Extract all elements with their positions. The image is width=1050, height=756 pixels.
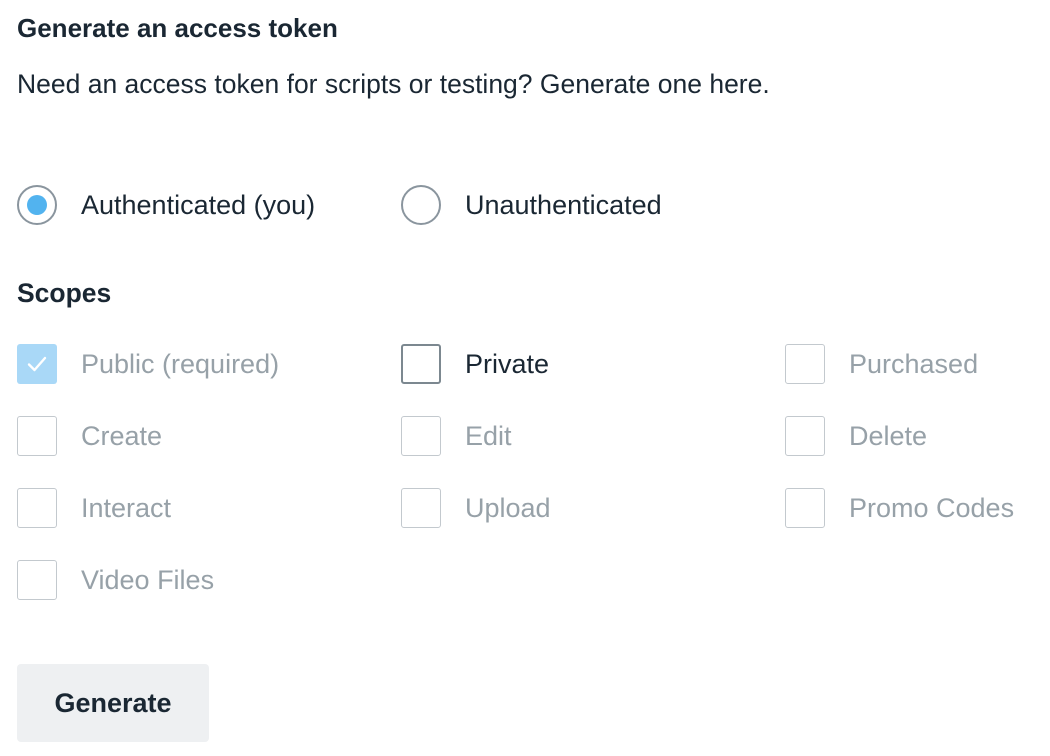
scope-video-files: Video Files	[17, 560, 214, 600]
radio-authenticated[interactable]: Authenticated (you)	[17, 185, 315, 225]
scope-create-checkbox	[17, 416, 57, 456]
scope-promo-codes: Promo Codes	[785, 488, 1014, 528]
scope-create-label: Create	[81, 421, 163, 451]
scope-private[interactable]: Private	[401, 344, 549, 384]
scope-public-checkbox	[17, 344, 57, 384]
scope-upload-label: Upload	[465, 493, 551, 523]
scope-promo-codes-checkbox	[785, 488, 825, 528]
section-title: Generate an access token	[17, 13, 338, 43]
radio-selected-dot	[27, 195, 47, 215]
scope-public: Public (required)	[17, 344, 279, 384]
scope-delete: Delete	[785, 416, 927, 456]
scope-public-label: Public (required)	[81, 349, 280, 379]
scope-edit: Edit	[401, 416, 512, 456]
radio-authenticated-circle[interactable]	[17, 185, 57, 225]
radio-unauthenticated-circle[interactable]	[401, 185, 441, 225]
scope-upload-checkbox	[401, 488, 441, 528]
scope-edit-checkbox	[401, 416, 441, 456]
scope-create: Create	[17, 416, 162, 456]
radio-unauthenticated[interactable]: Unauthenticated	[401, 185, 662, 225]
scope-private-checkbox[interactable]	[401, 344, 441, 384]
scope-upload: Upload	[401, 488, 551, 528]
scopes-heading: Scopes	[17, 278, 112, 308]
radio-unauthenticated-label[interactable]: Unauthenticated	[465, 188, 662, 222]
scope-delete-checkbox	[785, 416, 825, 456]
section-description: Need an access token for scripts or test…	[17, 69, 770, 99]
scope-purchased: Purchased	[785, 344, 978, 384]
scope-delete-label: Delete	[849, 421, 928, 451]
scope-video-files-checkbox	[17, 560, 57, 600]
scope-promo-codes-label: Promo Codes	[849, 493, 1015, 523]
radio-authenticated-label[interactable]: Authenticated (you)	[81, 188, 315, 222]
scope-interact: Interact	[17, 488, 171, 528]
scope-interact-checkbox	[17, 488, 57, 528]
check-icon	[27, 356, 47, 372]
scope-purchased-checkbox	[785, 344, 825, 384]
scope-interact-label: Interact	[81, 493, 172, 523]
generate-button[interactable]: Generate	[17, 664, 209, 742]
scope-private-label[interactable]: Private	[465, 347, 549, 381]
scope-video-files-label: Video Files	[81, 565, 215, 595]
scope-edit-label: Edit	[465, 421, 512, 451]
scope-purchased-label: Purchased	[849, 349, 979, 379]
